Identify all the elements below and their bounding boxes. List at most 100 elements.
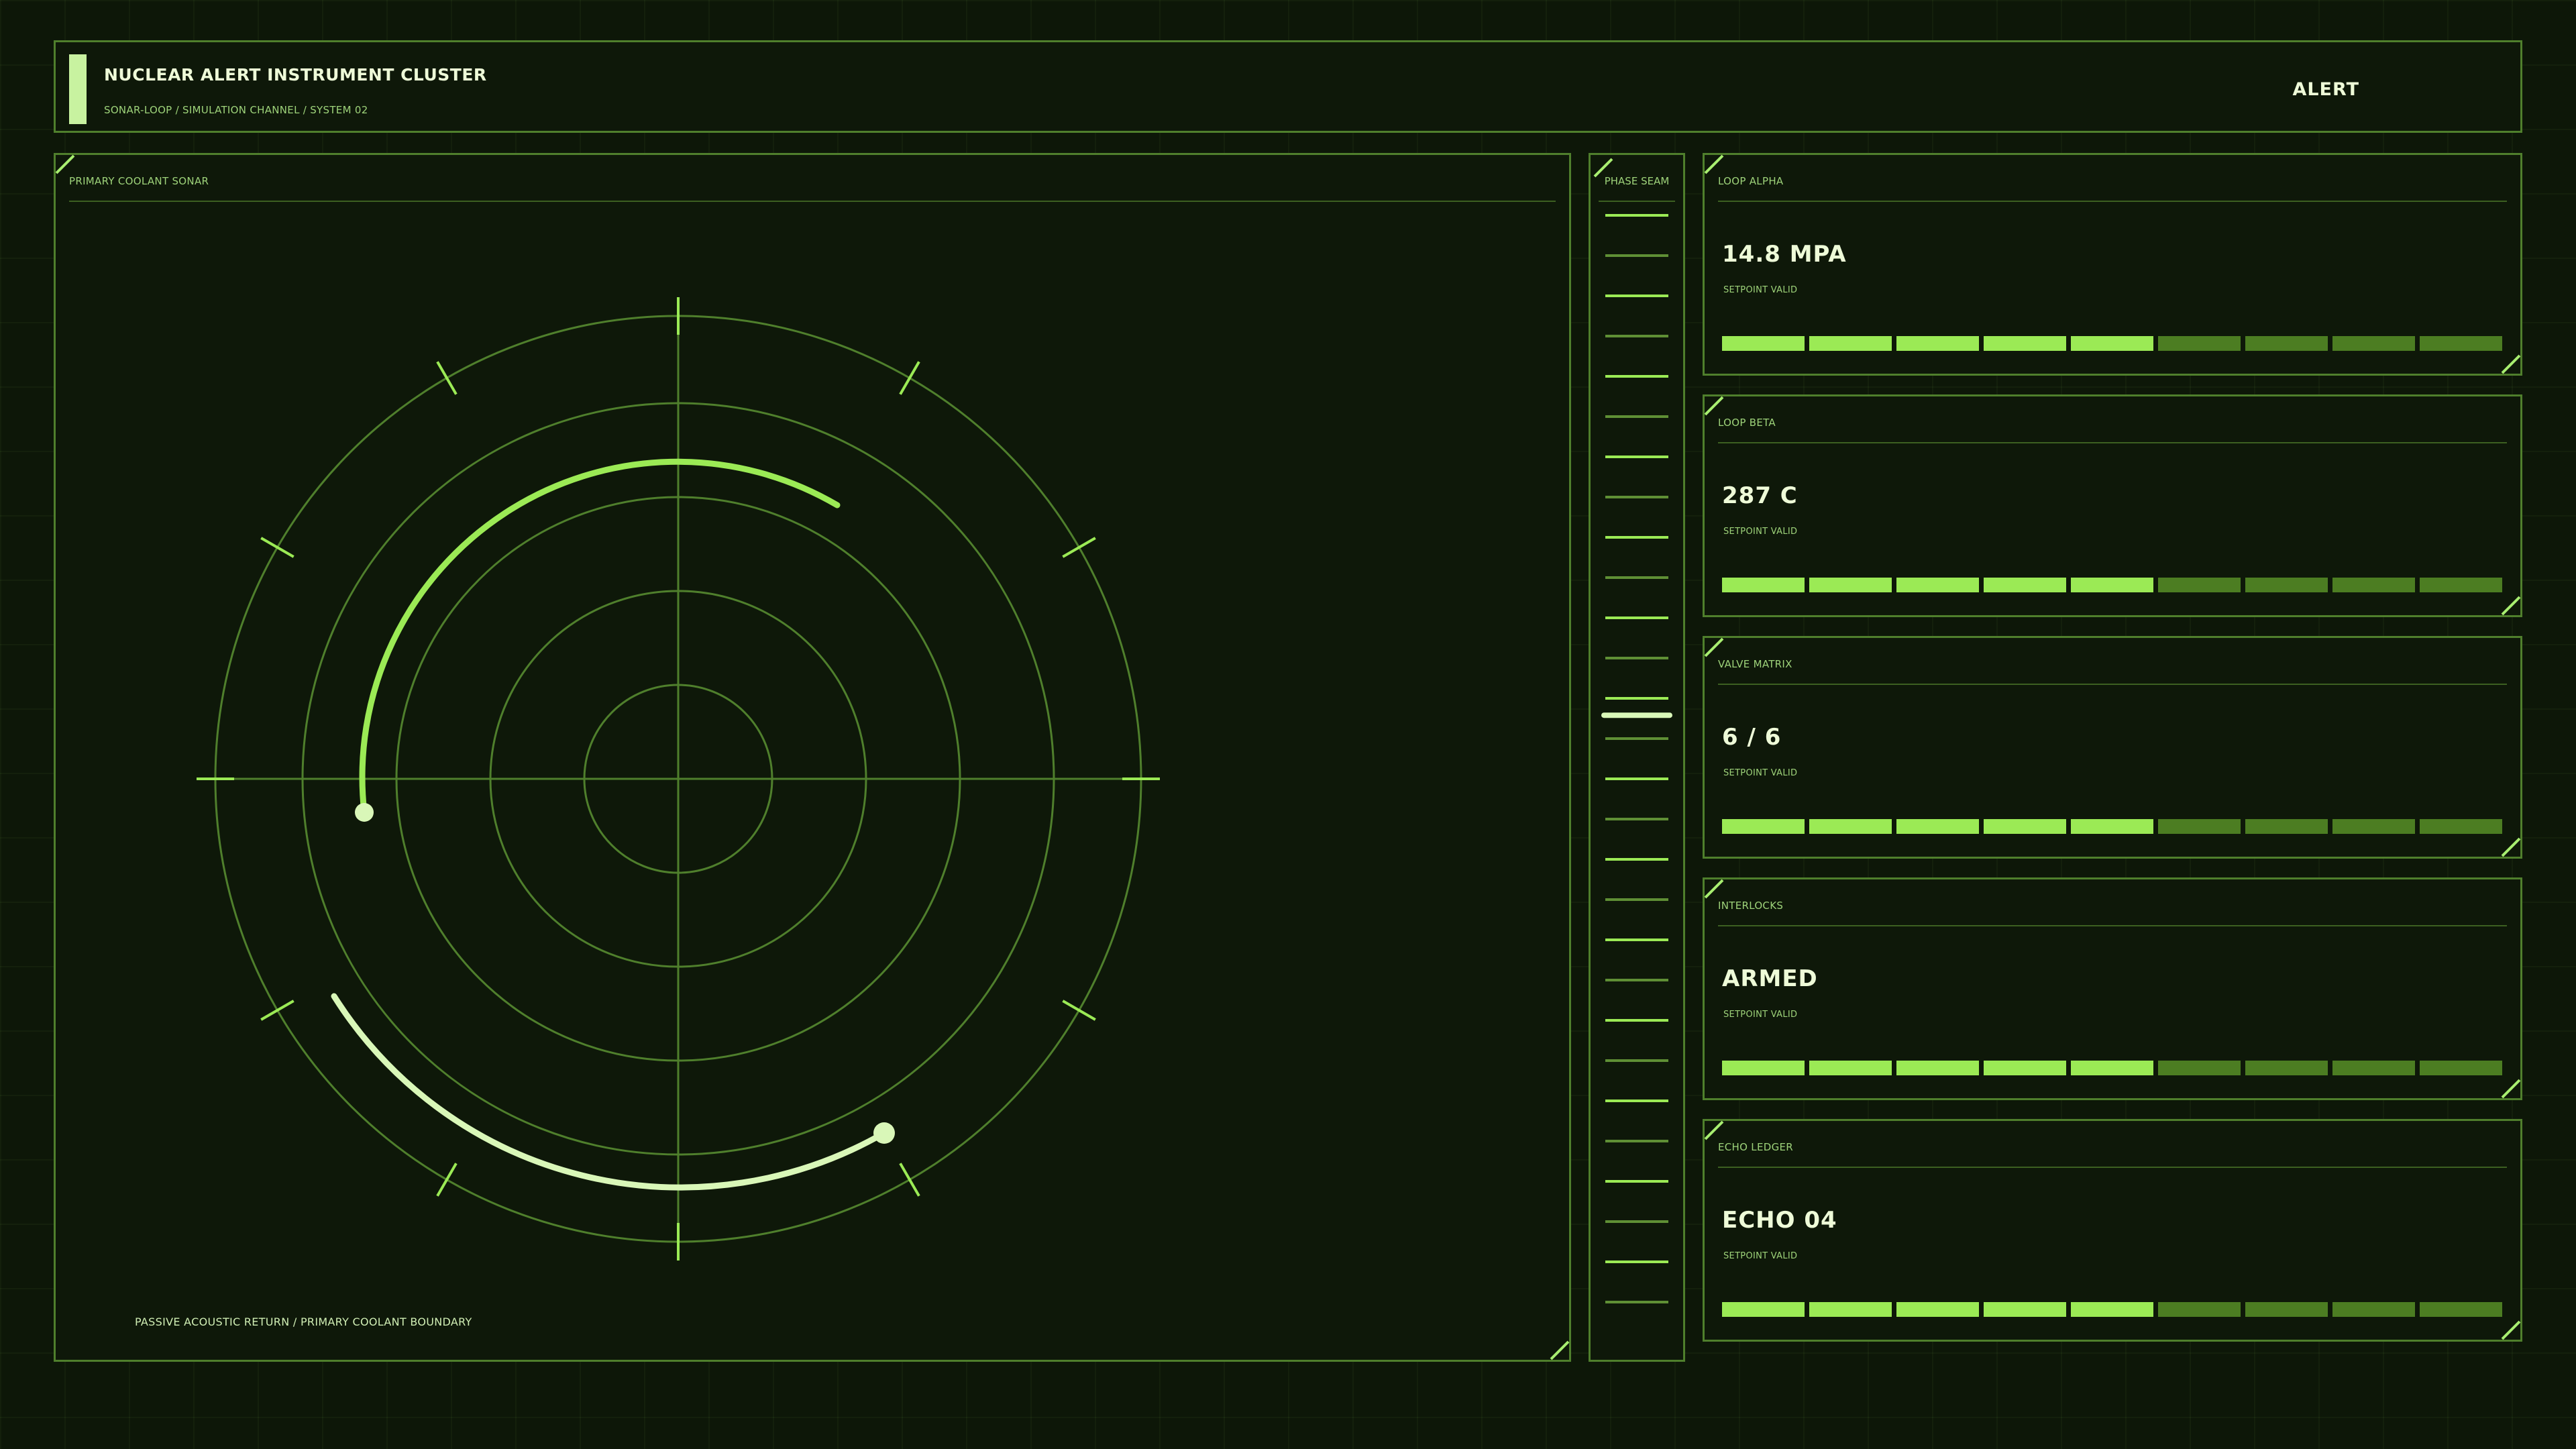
level-segment [2071, 1061, 2153, 1075]
sonar-panel: PRIMARY COOLANT SONAR PASSIVE ACOUSTIC R… [54, 153, 1571, 1362]
level-segment [2245, 1061, 2328, 1075]
card-value: ECHO 04 [1722, 1207, 1837, 1234]
sonar-tick [436, 361, 458, 395]
phase-seam-panel: PHASE SEAM [1589, 153, 1685, 1362]
sonar-tick [1062, 537, 1096, 558]
level-segment [2158, 1061, 2241, 1075]
level-segment [2332, 1302, 2415, 1317]
corner-notch-icon [2501, 1079, 2521, 1099]
level-segment [2245, 819, 2328, 834]
sonar-tick [1062, 1000, 1096, 1021]
readout-card[interactable]: VALVE MATRIX 6 / 6 SETPOINT VALID [1703, 636, 2522, 859]
level-segment [2420, 336, 2502, 351]
corner-notch-icon [2501, 354, 2521, 374]
level-segment [2158, 336, 2241, 351]
level-segment [1896, 819, 1979, 834]
sonar-footer-caption: PASSIVE ACOUSTIC RETURN / PRIMARY COOLAN… [135, 1316, 472, 1328]
card-label: ECHO LEDGER [1718, 1141, 1794, 1153]
level-segment [1722, 336, 1805, 351]
corner-notch-icon [2501, 596, 2521, 616]
level-segment [2332, 819, 2415, 834]
page-subtitle: SONAR-LOOP / SIMULATION CHANNEL / SYSTEM… [104, 104, 368, 116]
level-segment [1809, 336, 1892, 351]
card-status: SETPOINT VALID [1723, 527, 1798, 537]
sonar-tick [436, 1163, 458, 1197]
level-segment [2245, 1302, 2328, 1317]
sonar-tick [260, 1000, 294, 1021]
phase-seam-scale [1601, 214, 1672, 1303]
readout-card[interactable]: LOOP ALPHA 14.8 MPA SETPOINT VALID [1703, 153, 2522, 376]
level-segment [2071, 578, 2153, 592]
level-segment [2158, 819, 2241, 834]
divider [1718, 684, 2507, 685]
level-segment [1722, 578, 1805, 592]
level-segment [2071, 819, 2153, 834]
header-bar: NUCLEAR ALERT INSTRUMENT CLUSTER SONAR-L… [54, 40, 2522, 133]
level-segment [2420, 578, 2502, 592]
level-segment [1984, 1061, 2066, 1075]
level-bar [1722, 336, 2502, 351]
level-segment [2158, 578, 2241, 592]
level-segment [1984, 1302, 2066, 1317]
level-segment [1809, 819, 1892, 834]
level-segment [1722, 1061, 1805, 1075]
level-segment [1896, 1061, 1979, 1075]
sonar-trace-lower-endpoint [873, 1122, 895, 1144]
card-value: 6 / 6 [1722, 724, 1782, 751]
level-segment [1896, 336, 1979, 351]
level-segment [1896, 1302, 1979, 1317]
card-status: SETPOINT VALID [1723, 1251, 1798, 1261]
sonar-tick [260, 537, 294, 558]
sonar-trace-upper-endpoint [355, 803, 374, 822]
card-value: 14.8 MPA [1722, 241, 1847, 268]
level-segment [2332, 1061, 2415, 1075]
readout-card[interactable]: INTERLOCKS ARMED SETPOINT VALID [1703, 877, 2522, 1100]
card-status: SETPOINT VALID [1723, 768, 1798, 778]
level-segment [1984, 336, 2066, 351]
level-segment [2071, 1302, 2153, 1317]
card-status: SETPOINT VALID [1723, 285, 1798, 295]
level-segment [2158, 1302, 2241, 1317]
corner-notch-icon [1704, 879, 1724, 899]
alert-button[interactable]: ALERT [2292, 79, 2359, 100]
header-accent-bar [69, 54, 87, 124]
level-segment [2245, 578, 2328, 592]
card-status: SETPOINT VALID [1723, 1010, 1798, 1020]
level-segment [2245, 336, 2328, 351]
level-segment [1984, 578, 2066, 592]
divider [1718, 1167, 2507, 1168]
level-bar [1722, 1302, 2502, 1317]
card-label: LOOP BETA [1718, 417, 1776, 429]
level-segment [1896, 578, 1979, 592]
divider [1718, 925, 2507, 926]
level-segment [1722, 1302, 1805, 1317]
corner-notch-icon [2501, 837, 2521, 857]
corner-notch-icon [2501, 1320, 2521, 1340]
sonar-scope[interactable] [56, 155, 1569, 1360]
sonar-trace-upper [359, 458, 841, 816]
level-segment [2332, 578, 2415, 592]
level-segment [2071, 336, 2153, 351]
level-segment [1809, 1302, 1892, 1317]
sonar-tick [899, 361, 920, 395]
level-segment [1984, 819, 2066, 834]
corner-notch-icon [1704, 637, 1724, 657]
corner-notch-icon [1704, 396, 1724, 416]
level-segment [2420, 819, 2502, 834]
card-value: ARMED [1722, 965, 1818, 992]
card-label: LOOP ALPHA [1718, 175, 1784, 187]
readout-card[interactable]: ECHO LEDGER ECHO 04 SETPOINT VALID [1703, 1119, 2522, 1342]
level-segment [1809, 578, 1892, 592]
level-bar [1722, 578, 2502, 592]
divider [1718, 442, 2507, 443]
level-bar [1722, 1061, 2502, 1075]
sonar-trace-lower [331, 993, 888, 1191]
level-bar [1722, 819, 2502, 834]
level-segment [2332, 336, 2415, 351]
level-segment [2420, 1061, 2502, 1075]
card-value: 287 C [1722, 482, 1798, 509]
readout-card[interactable]: LOOP BETA 287 C SETPOINT VALID [1703, 394, 2522, 617]
card-label: VALVE MATRIX [1718, 658, 1792, 670]
corner-notch-icon [1704, 154, 1724, 174]
level-segment [2420, 1302, 2502, 1317]
